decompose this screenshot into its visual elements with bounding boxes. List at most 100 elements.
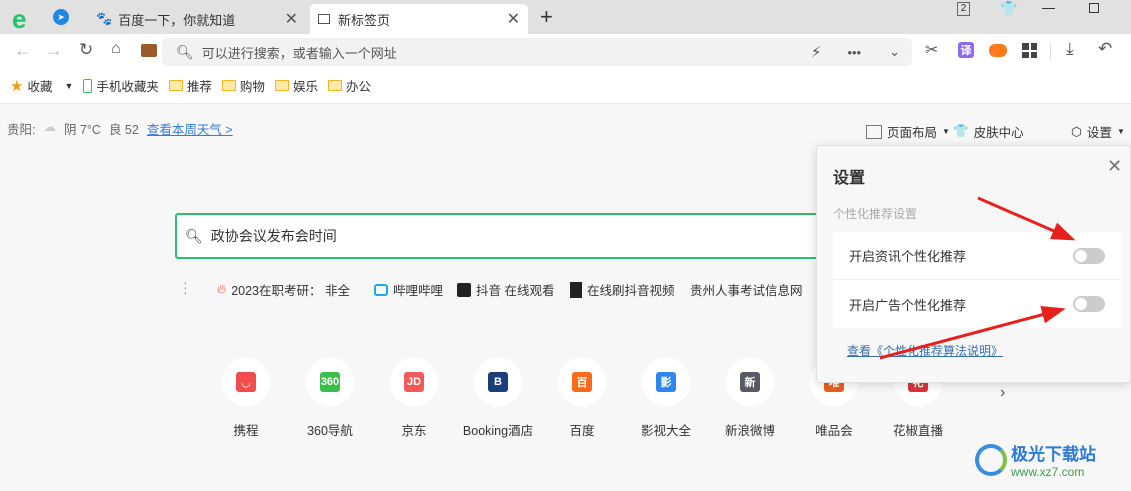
site-shortcut[interactable]: 360 360导航: [288, 358, 372, 439]
bookmark-label: 娱乐: [292, 80, 318, 94]
tab-count-badge[interactable]: 2: [957, 2, 970, 16]
folder-icon: [168, 80, 183, 91]
site-icon-circle: 新: [726, 358, 774, 406]
star-icon: ★: [10, 77, 24, 95]
toolbar: ← → ↻ ⌂ 🔍︎ 可以进行搜索，或者输入一个网址 ⚡︎ ••• ⌄ ✂ 译 …: [0, 34, 1131, 68]
hot-item[interactable]: 在线刷抖音视频: [570, 280, 675, 299]
minimize-icon[interactable]: [1042, 8, 1055, 9]
hot-item[interactable]: 抖音 在线观看: [457, 280, 554, 299]
tab-new-tab[interactable]: 新标签页 ✕: [310, 4, 528, 34]
weather-week-link[interactable]: 查看本周天气 >: [147, 119, 233, 138]
close-tab-icon[interactable]: ✕: [285, 9, 298, 29]
ad-personalization-toggle[interactable]: [1073, 296, 1105, 312]
hot-label: 在线刷抖音视频: [587, 284, 675, 298]
site-shortcut[interactable]: 影影视大全: [624, 358, 708, 439]
hot-label: 2023在职考研： 非全: [231, 284, 350, 298]
hot-item[interactable]: 哔哩哔哩: [374, 280, 443, 299]
site-label: 携程: [233, 424, 259, 438]
forward-icon[interactable]: →: [45, 40, 63, 61]
site-logo-icon: 360: [320, 372, 340, 392]
download-icon[interactable]: ⤓: [1066, 39, 1074, 59]
watermark-url: www.xz7.com: [1011, 465, 1085, 479]
layout-label: 页面布局: [887, 126, 938, 140]
skin-label: 皮肤中心: [973, 126, 1024, 140]
apps-icon[interactable]: [1022, 43, 1037, 58]
more-icon[interactable]: •••: [847, 45, 861, 60]
navigation-icon[interactable]: ➤: [53, 9, 69, 25]
site-shortcut[interactable]: 新新浪微博: [708, 358, 792, 439]
site-label: 新浪微博: [724, 424, 775, 438]
ad-personalization-row: 开启广告个性化推荐: [833, 280, 1121, 328]
weather-condition: 阴 7°C: [63, 123, 101, 137]
douyin-icon: [457, 282, 471, 297]
layout-button[interactable]: 页面布局 ▼: [866, 122, 950, 141]
phone-icon: [83, 78, 93, 93]
briefcase-icon[interactable]: [141, 44, 157, 57]
lightning-icon[interactable]: ⚡︎: [811, 43, 822, 61]
close-icon[interactable]: ✕: [1107, 156, 1122, 177]
bookmark-label: 购物: [239, 80, 265, 94]
site-label: 影视大全: [640, 424, 691, 438]
bookmark-folder[interactable]: 办公: [327, 76, 371, 95]
site-label: 花椒直播: [892, 424, 943, 438]
home-icon[interactable]: ⌂: [111, 40, 121, 58]
section-label: 个性化推荐设置: [833, 207, 918, 221]
settings-label: 设置: [1086, 126, 1112, 140]
site-icon-circle: B: [474, 358, 522, 406]
undo-icon[interactable]: ↶: [1098, 39, 1112, 59]
site-shortcut[interactable]: B Booking酒店: [456, 358, 540, 439]
browser-logo-icon: e: [12, 4, 27, 34]
tab-bar: e ➤ 🐾 百度一下，你就知道 ✕ 新标签页 ✕ + 2 👕: [0, 0, 1131, 34]
algorithm-link[interactable]: 查看《个性化推荐算法说明》: [847, 342, 1003, 359]
caret-down-icon[interactable]: ▼: [64, 81, 73, 91]
bookmark-folder[interactable]: 娱乐: [274, 76, 318, 95]
site-shortcut[interactable]: JD 京东: [372, 358, 456, 439]
site-logo-icon: 影: [656, 372, 676, 392]
search-box[interactable]: 🔍︎ 政协会议发布会时间: [175, 213, 835, 259]
skin-center-button[interactable]: 👕 皮肤中心: [953, 122, 1024, 141]
hot-item[interactable]: 🔥︎ 2023在职考研： 非全: [217, 280, 350, 299]
bookmark-mobile[interactable]: 手机收藏夹: [83, 76, 159, 95]
cloud-icon: ☁: [43, 120, 56, 134]
back-icon[interactable]: ←: [14, 40, 32, 61]
bookmark-folder[interactable]: 推荐: [168, 76, 212, 95]
news-personalization-toggle[interactable]: [1073, 247, 1105, 264]
bookmark-label: 推荐: [186, 80, 212, 94]
more-vertical-icon[interactable]: · · ·: [183, 275, 188, 299]
close-tab-icon[interactable]: ✕: [507, 9, 520, 29]
next-sites-arrow-icon[interactable]: ›: [1000, 384, 1005, 402]
maximize-icon[interactable]: [1089, 3, 1099, 13]
new-tab-button[interactable]: +: [540, 4, 553, 30]
bilibili-icon: [374, 283, 388, 296]
settings-button[interactable]: ⬡ 设置 ▼: [1071, 122, 1125, 141]
search-input[interactable]: 政协会议发布会时间: [211, 226, 337, 246]
hot-item[interactable]: 贵州人事考试信息网: [690, 280, 803, 299]
search-icon: 🔍︎: [185, 227, 203, 244]
option-label: 开启资讯个性化推荐: [849, 249, 967, 264]
caret-down-icon: ▼: [942, 127, 950, 136]
layout-icon: [866, 124, 882, 139]
favorites-button[interactable]: ★ 收藏 ▼: [10, 76, 73, 95]
tab-baidu[interactable]: 🐾 百度一下，你就知道 ✕: [88, 4, 306, 34]
caret-down-icon: ▼: [1116, 127, 1125, 136]
option-label: 开启广告个性化推荐: [849, 297, 967, 313]
bookmark-label: 手机收藏夹: [96, 80, 159, 94]
chevron-down-icon[interactable]: ⌄: [889, 44, 900, 60]
bookmarks-bar: ★ 收藏 ▼ 手机收藏夹 推荐 购物 娱乐 办公: [0, 68, 1131, 104]
site-label: 唯品会: [815, 424, 853, 438]
site-shortcut[interactable]: 百百度: [540, 358, 624, 439]
game-icon[interactable]: [989, 44, 1007, 57]
skin-shirt-icon[interactable]: 👕: [1000, 0, 1017, 17]
site-icon-circle: JD: [390, 358, 438, 406]
site-label: 百度: [569, 424, 595, 438]
translate-icon[interactable]: 译: [958, 42, 974, 58]
address-input[interactable]: 可以进行搜索，或者输入一个网址: [202, 43, 397, 62]
refresh-icon[interactable]: ↻: [79, 40, 93, 60]
baidu-paw-icon: 🐾: [96, 11, 113, 26]
address-bar[interactable]: 🔍︎ 可以进行搜索，或者输入一个网址 ⚡︎ ••• ⌄: [162, 38, 912, 66]
weather-city: 贵阳:: [7, 123, 36, 137]
scissors-icon[interactable]: ✂: [925, 40, 938, 60]
bookmark-folder[interactable]: 购物: [221, 76, 265, 95]
site-shortcut[interactable]: ◡ 携程: [204, 358, 288, 439]
site-label: 京东: [401, 424, 427, 438]
